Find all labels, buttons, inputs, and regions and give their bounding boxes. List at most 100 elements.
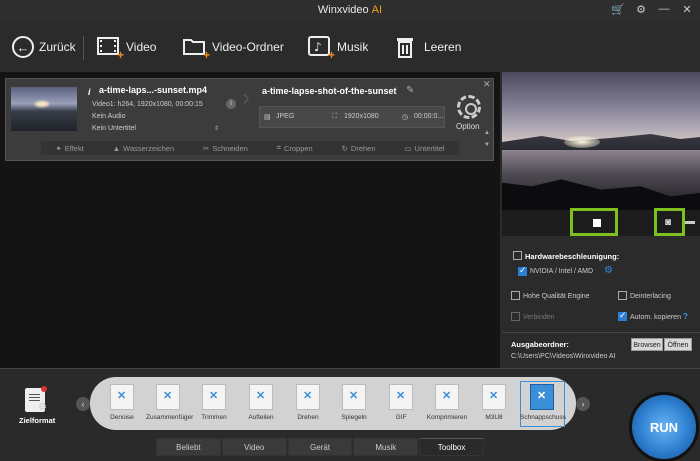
back-arrow-icon: ← bbox=[12, 36, 34, 58]
convert-arrow-icon: › bbox=[242, 84, 250, 111]
help-icon[interactable]: ? bbox=[683, 312, 688, 321]
settings-divider bbox=[502, 332, 700, 333]
settings-icon[interactable]: ⚙ bbox=[634, 3, 648, 16]
close-icon[interactable]: ✕ bbox=[680, 3, 694, 16]
output-duration: 00:00:0... bbox=[414, 113, 444, 120]
subtitle-track[interactable]: Kein Untertitel bbox=[92, 125, 136, 132]
high-quality-checkbox[interactable] bbox=[511, 291, 520, 300]
add-video-folder-button[interactable]: + Video-Ordner bbox=[183, 34, 284, 61]
tab-music[interactable]: Musik bbox=[353, 438, 419, 456]
rotate-icon: ↻ bbox=[341, 143, 348, 153]
output-filename[interactable]: a-time-lapse-shot-of-the-sunset bbox=[262, 86, 397, 96]
track-info-icon[interactable]: i bbox=[226, 99, 236, 109]
remove-task-icon[interactable]: ✕ bbox=[483, 79, 491, 90]
notification-dot bbox=[41, 386, 47, 392]
tool-compress[interactable]: Komprimieren bbox=[425, 384, 469, 421]
tool-rotate[interactable]: Drehen bbox=[286, 384, 330, 421]
subtitle-dropdown-icon[interactable]: ⇕ bbox=[214, 125, 219, 132]
format-tabs: Beliebt Video Gerät Musik Toolbox bbox=[156, 438, 484, 456]
tool-gif[interactable]: GIF bbox=[379, 384, 423, 421]
clear-button[interactable]: Leeren bbox=[395, 34, 461, 60]
autocopy-checkbox[interactable] bbox=[618, 310, 627, 321]
tool-snapshot[interactable]: Schnappschuss bbox=[520, 384, 566, 421]
tool-denoise[interactable]: Denoise bbox=[100, 384, 144, 421]
tab-toolbox[interactable]: Toolbox bbox=[419, 438, 484, 456]
crop-icon: ⌗ bbox=[276, 143, 281, 152]
video-icon: + bbox=[97, 36, 124, 61]
audio-track[interactable]: Kein Audio bbox=[92, 113, 125, 120]
title-bar: Winxvideo AI 🛒 ⚙ — ✕ bbox=[0, 0, 700, 22]
toolbar-divider bbox=[83, 36, 84, 60]
tool-trim[interactable]: Trimmen bbox=[192, 384, 236, 421]
target-format-label[interactable]: Zielformat bbox=[19, 416, 55, 425]
tab-video[interactable]: Video bbox=[221, 438, 287, 456]
toolbar: ← Zurück + Video + Video-Ordner ♪ + Musi… bbox=[0, 22, 700, 72]
merge-checkbox[interactable] bbox=[511, 312, 520, 321]
gif-icon bbox=[389, 384, 413, 410]
rename-pencil-icon[interactable]: ✎ bbox=[406, 85, 414, 96]
tool-mirror[interactable]: Spiegeln bbox=[332, 384, 376, 421]
autocopy-label: Autom. kopieren bbox=[630, 314, 681, 321]
back-button[interactable]: ← Zurück bbox=[12, 34, 76, 60]
folder-icon: + bbox=[183, 36, 210, 61]
target-format-gear-icon: ⚙ bbox=[38, 402, 47, 413]
effect-button[interactable]: ✦ Effekt bbox=[55, 144, 83, 153]
window-title: Winxvideo AI bbox=[317, 4, 383, 16]
codec-option-gear-icon[interactable] bbox=[457, 95, 481, 119]
split-icon bbox=[249, 384, 273, 410]
tab-device[interactable]: Gerät bbox=[287, 438, 353, 456]
edit-toolbar: ✦ Effekt ▲ Wasserzeichen ✂ Schneiden ⌗ Cropp… bbox=[41, 141, 459, 155]
trash-icon bbox=[395, 36, 419, 58]
add-video-button[interactable]: + Video bbox=[97, 34, 156, 61]
high-quality-label: Hohe Qualität Engine bbox=[523, 293, 590, 300]
tool-merger[interactable]: Zusammenfüger bbox=[146, 384, 193, 421]
minimize-icon[interactable]: — bbox=[657, 3, 671, 16]
music-icon: ♪ + bbox=[308, 36, 335, 61]
svg-text:♪: ♪ bbox=[314, 40, 322, 54]
hw-settings-gear-icon[interactable]: ⚙ bbox=[604, 265, 613, 276]
snapshot-icon bbox=[530, 384, 554, 410]
task-scroll-arrows[interactable]: ▲ ▼ bbox=[484, 127, 490, 151]
merge-label: Verbinden bbox=[523, 314, 555, 321]
compress-icon bbox=[435, 384, 459, 410]
strip-left-arrow-icon[interactable]: ‹ bbox=[76, 397, 90, 411]
snapshot-folder-icon[interactable]: ▬ bbox=[685, 216, 695, 227]
deinterlacing-label: Deinterlacing bbox=[630, 293, 671, 300]
video-preview bbox=[502, 72, 700, 210]
watermark-button[interactable]: ▲ Wasserzeichen bbox=[113, 144, 174, 153]
hw-accel-title: Hardwarebeschleunigung: bbox=[525, 252, 620, 261]
task-item[interactable]: i a-time-laps...-sunset.mp4 Video1: h264… bbox=[5, 78, 494, 161]
subtitle-button[interactable]: ▭ Untertitel bbox=[404, 144, 444, 153]
video-track-info[interactable]: Video1: h264, 1920x1080, 00:00:15 bbox=[92, 101, 203, 108]
effect-icon: ✦ bbox=[55, 143, 62, 153]
hw-accel-checkbox[interactable] bbox=[513, 251, 522, 260]
tool-split[interactable]: Aufteilen bbox=[239, 384, 283, 421]
mirror-icon bbox=[342, 384, 366, 410]
info-icon[interactable]: i bbox=[88, 87, 91, 97]
deinterlacing-checkbox[interactable] bbox=[618, 291, 627, 300]
run-label: RUN bbox=[649, 420, 679, 435]
add-music-button[interactable]: ♪ + Musik bbox=[308, 34, 368, 61]
tool-m3u8[interactable]: M3U8 bbox=[472, 384, 516, 421]
m3u8-icon bbox=[482, 384, 506, 410]
tab-popular[interactable]: Beliebt bbox=[156, 438, 221, 456]
cut-button[interactable]: ✂ Schneiden bbox=[203, 144, 248, 153]
output-folder-path: C:\Users\PC\Videos\Winxvideo AI bbox=[511, 353, 616, 360]
scissors-icon: ✂ bbox=[203, 143, 210, 153]
video-thumbnail bbox=[11, 87, 77, 131]
option-label[interactable]: Option bbox=[456, 122, 480, 131]
output-folder-title: Ausgabeordner: bbox=[511, 340, 569, 349]
browse-button[interactable]: Browsen bbox=[631, 338, 663, 351]
strip-right-arrow-icon[interactable]: › bbox=[576, 397, 590, 411]
nvidia-intel-amd-label: NVIDIA / Intel / AMD bbox=[530, 268, 594, 275]
rotate-button[interactable]: ↻ Drehen bbox=[342, 144, 376, 153]
cart-icon[interactable]: 🛒 bbox=[611, 3, 625, 16]
open-button[interactable]: Öffnen bbox=[664, 338, 692, 351]
output-format: JPEG bbox=[276, 113, 295, 120]
crop-button[interactable]: ⌗ Croppen bbox=[277, 143, 313, 153]
watermark-icon: ▲ bbox=[112, 143, 121, 153]
merger-icon bbox=[156, 384, 180, 410]
rotate-tool-icon bbox=[296, 384, 320, 410]
resolution-icon: ⛶ bbox=[332, 113, 337, 120]
nvidia-intel-amd-checkbox[interactable] bbox=[518, 265, 527, 276]
